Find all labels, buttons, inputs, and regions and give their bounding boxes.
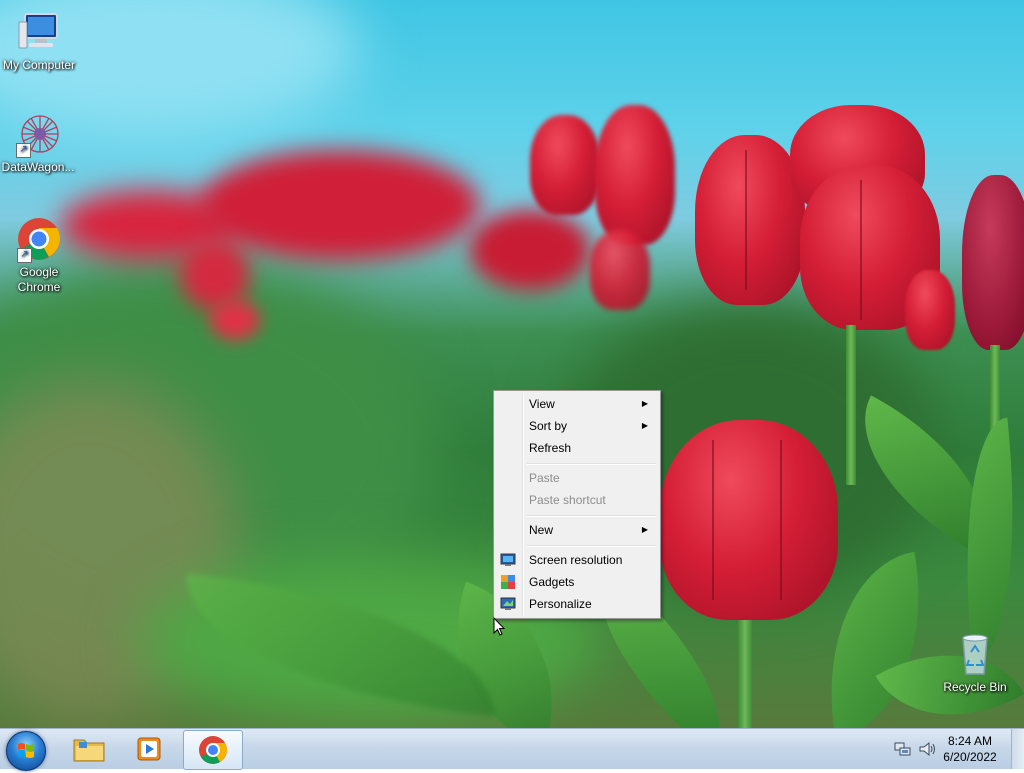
clock-time: 8:24 AM (947, 734, 993, 748)
system-tray: 8:24 AM 6/20/2022 (884, 729, 1024, 769)
media-player-icon (137, 737, 161, 761)
menu-separator (527, 463, 656, 465)
start-button[interactable] (6, 731, 46, 771)
shortcut-arrow-icon: ↗ (17, 248, 32, 263)
monitor-icon (500, 552, 516, 568)
taskbar-clock[interactable]: 8:24 AM 6/20/2022 (940, 733, 1000, 765)
submenu-arrow-icon: ▶ (641, 421, 648, 430)
desktop-icon-my-computer[interactable]: My Computer (1, 8, 77, 73)
taskbar-chrome-button[interactable] (183, 730, 243, 770)
personalize-icon (500, 596, 516, 612)
desktop-icon-label: Recycle Bin (943, 680, 1007, 694)
clock-date: 6/20/2022 (943, 750, 997, 764)
taskbar-media-player-button[interactable] (121, 730, 179, 768)
menu-item-label: Refresh (529, 441, 572, 455)
menu-item-personalize[interactable]: Personalize (496, 593, 658, 615)
submenu-arrow-icon: ▶ (641, 525, 648, 534)
windows-logo-icon (18, 743, 34, 758)
menu-item-label: Personalize (529, 597, 592, 611)
menu-item-label: Sort by (529, 419, 568, 433)
submenu-arrow-icon: ▶ (641, 399, 648, 408)
computer-icon (15, 8, 63, 56)
menu-item-paste[interactable]: Paste (496, 467, 658, 489)
mouse-cursor-icon (493, 617, 505, 636)
gadgets-icon (500, 574, 516, 590)
network-icon[interactable] (894, 741, 912, 757)
chrome-icon (199, 736, 227, 764)
desktop-icon-datawagon[interactable]: ↗ DataWagon... (0, 110, 76, 175)
menu-item-refresh[interactable]: Refresh (496, 437, 658, 459)
menu-separator (527, 515, 656, 517)
menu-item-label: Gadgets (529, 575, 575, 589)
menu-item-label: Paste (529, 471, 560, 485)
taskbar-file-explorer-button[interactable] (60, 730, 118, 768)
recycle-bin-icon (951, 630, 999, 678)
chrome-icon: ↗ (15, 215, 63, 263)
desktop-icon-google-chrome[interactable]: ↗ Google Chrome (1, 215, 77, 295)
menu-item-label: Screen resolution (529, 553, 623, 567)
desktop-icon-label: Google Chrome (17, 265, 61, 294)
datawagon-icon: ↗ (14, 110, 62, 158)
menu-item-view[interactable]: View ▶ (496, 393, 658, 415)
desktop-icon-label: DataWagon... (1, 160, 75, 174)
shortcut-arrow-icon: ↗ (16, 143, 31, 158)
menu-item-screen-resolution[interactable]: Screen resolution (496, 549, 658, 571)
menu-item-gadgets[interactable]: Gadgets (496, 571, 658, 593)
desktop-icon-label: My Computer (2, 58, 76, 72)
menu-item-label: Paste shortcut (529, 493, 606, 507)
volume-icon[interactable] (918, 741, 936, 757)
file-explorer-icon (73, 739, 105, 762)
taskbar: 8:24 AM 6/20/2022 (0, 728, 1024, 771)
menu-separator (527, 545, 656, 547)
show-desktop-button[interactable] (1011, 729, 1024, 769)
desktop-context-menu: View ▶ Sort by ▶ Refresh Paste Paste sho… (493, 390, 661, 619)
menu-item-label: View (529, 397, 555, 411)
menu-item-new[interactable]: New ▶ (496, 519, 658, 541)
desktop-icon-recycle-bin[interactable]: Recycle Bin (937, 630, 1013, 695)
menu-item-label: New (529, 523, 554, 537)
menu-item-sort-by[interactable]: Sort by ▶ (496, 415, 658, 437)
menu-item-paste-shortcut[interactable]: Paste shortcut (496, 489, 658, 511)
